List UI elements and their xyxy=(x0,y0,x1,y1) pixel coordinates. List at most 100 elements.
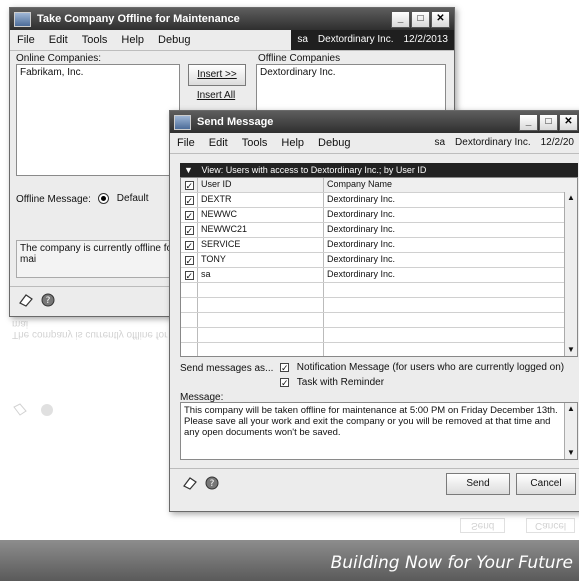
notification-checkbox[interactable]: ✓ xyxy=(280,362,289,372)
window-title: Send Message xyxy=(197,116,274,128)
column-header-company[interactable]: Company Name xyxy=(324,178,577,192)
minimize-button[interactable]: _ xyxy=(519,114,538,131)
row-checkbox[interactable]: ✓ xyxy=(184,255,194,265)
message-scrollbar[interactable]: ▲ ▼ xyxy=(564,403,577,459)
row-checkbox[interactable]: ✓ xyxy=(184,240,194,250)
user-name: sa xyxy=(434,137,446,148)
menu-edit[interactable]: Edit xyxy=(42,34,75,46)
menu-bar: File Edit Tools Help Debug sa Dextordina… xyxy=(10,30,454,51)
table-row[interactable]: ✓ NEWWC Dextordinary Inc. xyxy=(181,208,577,223)
insert-button[interactable]: Insert >> xyxy=(188,64,246,86)
company-cell: Dextordinary Inc. xyxy=(327,269,396,279)
minimize-button[interactable]: _ xyxy=(391,11,410,28)
user-name: sa xyxy=(297,34,308,45)
window-title: Take Company Offline for Maintenance xyxy=(37,13,240,25)
online-companies-list[interactable]: Fabrikam, Inc. xyxy=(16,64,180,176)
close-button[interactable]: ✕ xyxy=(431,11,450,28)
user-id-cell: sa xyxy=(198,268,324,282)
help-icon[interactable]: ? xyxy=(204,476,220,490)
grid-header-row: ✓ User ID Company Name xyxy=(181,178,577,193)
front-window-reflection: Send Cancel xyxy=(180,511,579,539)
note-icon[interactable] xyxy=(18,293,34,307)
users-grid: ✓ User ID Company Name ✓ DEXTR Dextordin… xyxy=(180,177,578,357)
grid-view-header[interactable]: ▼ View: Users with access to Dextordinar… xyxy=(180,163,578,177)
offline-companies-label: Offline Companies xyxy=(258,53,341,64)
user-date: 12/2/2013 xyxy=(403,34,449,45)
empty-row xyxy=(181,283,577,298)
empty-row xyxy=(181,343,577,356)
list-item[interactable]: Fabrikam, Inc. xyxy=(20,67,176,78)
menu-help[interactable]: Help xyxy=(114,34,151,46)
maximize-button[interactable]: □ xyxy=(539,114,558,131)
online-companies-label: Online Companies: xyxy=(16,53,102,64)
menu-debug[interactable]: Debug xyxy=(151,34,197,46)
select-all-checkbox[interactable]: ✓ xyxy=(184,180,194,190)
table-row[interactable]: ✓ sa Dextordinary Inc. xyxy=(181,268,577,283)
send-as-label: Send messages as... xyxy=(180,363,274,374)
default-radio[interactable]: Default xyxy=(98,193,148,204)
title-bar: Take Company Offline for Maintenance _ □… xyxy=(10,8,454,30)
notification-option[interactable]: ✓ Notification Message (for users who ar… xyxy=(280,362,564,373)
help-icon-reflection xyxy=(40,404,53,416)
user-id-cell: TONY xyxy=(198,253,324,267)
maximize-button[interactable]: □ xyxy=(411,11,430,28)
grid-view-label: View: Users with access to Dextordinary … xyxy=(201,165,427,175)
task-checkbox[interactable]: ✓ xyxy=(280,377,289,387)
company-name: Dextordinary Inc. xyxy=(317,34,394,45)
back-window-reflection: The company is currently offline for mai xyxy=(12,318,182,417)
row-checkbox[interactable]: ✓ xyxy=(184,270,194,280)
menu-file[interactable]: File xyxy=(170,137,202,149)
menu-tools[interactable]: Tools xyxy=(75,34,115,46)
cancel-button-reflection: Cancel xyxy=(526,518,576,533)
table-row[interactable]: ✓ TONY Dextordinary Inc. xyxy=(181,253,577,268)
table-row[interactable]: ✓ SERVICE Dextordinary Inc. xyxy=(181,238,577,253)
divider xyxy=(170,468,579,469)
scroll-up-icon[interactable]: ▲ xyxy=(565,403,577,415)
message-textarea[interactable]: This company will be taken offline for m… xyxy=(180,402,578,460)
scroll-down-icon[interactable]: ▼ xyxy=(565,344,577,356)
svg-text:?: ? xyxy=(46,296,51,306)
user-id-cell: NEWWC21 xyxy=(198,223,324,237)
send-button-reflection: Send xyxy=(460,518,506,533)
task-option[interactable]: ✓ Task with Reminder xyxy=(280,377,384,388)
empty-row xyxy=(181,328,577,343)
send-button[interactable]: Send xyxy=(446,473,510,495)
menu-tools[interactable]: Tools xyxy=(235,137,275,149)
column-header-user-id[interactable]: User ID xyxy=(198,178,324,192)
row-checkbox[interactable]: ✓ xyxy=(184,225,194,235)
list-item[interactable]: Dextordinary Inc. xyxy=(260,67,442,78)
company-name: Dextordinary Inc. xyxy=(455,137,531,148)
close-button[interactable]: ✕ xyxy=(559,114,578,131)
menu-debug[interactable]: Debug xyxy=(311,137,357,149)
company-cell: Dextordinary Inc. xyxy=(327,194,396,204)
offline-message-label: Offline Message: xyxy=(16,194,91,205)
help-icon[interactable]: ? xyxy=(40,293,56,307)
app-icon xyxy=(14,11,31,27)
footer-banner: Building Now for Your Future xyxy=(0,540,579,581)
note-icon[interactable] xyxy=(182,476,198,490)
menu-help[interactable]: Help xyxy=(274,137,311,149)
company-cell: Dextordinary Inc. xyxy=(327,239,396,249)
send-message-window: Send Message _ □ ✕ File Edit Tools Help … xyxy=(169,110,579,512)
user-id-cell: SERVICE xyxy=(198,238,324,252)
scroll-down-icon[interactable]: ▼ xyxy=(565,447,577,459)
chevron-down-icon[interactable]: ▼ xyxy=(184,165,193,175)
menu-file[interactable]: File xyxy=(10,34,42,46)
user-date: 12/2/20 xyxy=(540,137,574,148)
menu-edit[interactable]: Edit xyxy=(202,137,235,149)
row-checkbox[interactable]: ✓ xyxy=(184,210,194,220)
user-id-cell: NEWWC xyxy=(198,208,324,222)
empty-row xyxy=(181,298,577,313)
scroll-up-icon[interactable]: ▲ xyxy=(565,192,577,204)
grid-scrollbar[interactable]: ▲ ▼ xyxy=(564,192,577,356)
banner-text: Building Now for Your Future xyxy=(330,553,573,573)
table-row[interactable]: ✓ DEXTR Dextordinary Inc. xyxy=(181,193,577,208)
company-cell: Dextordinary Inc. xyxy=(327,254,396,264)
insert-all-button[interactable]: Insert All xyxy=(188,86,244,106)
offline-message-text[interactable]: The company is currently offline for mai xyxy=(16,240,186,278)
user-bar: sa Dextordinary Inc. 12/2/20 xyxy=(428,133,579,153)
company-cell: Dextordinary Inc. xyxy=(327,224,396,234)
row-checkbox[interactable]: ✓ xyxy=(184,195,194,205)
cancel-button[interactable]: Cancel xyxy=(516,473,576,495)
table-row[interactable]: ✓ NEWWC21 Dextordinary Inc. xyxy=(181,223,577,238)
